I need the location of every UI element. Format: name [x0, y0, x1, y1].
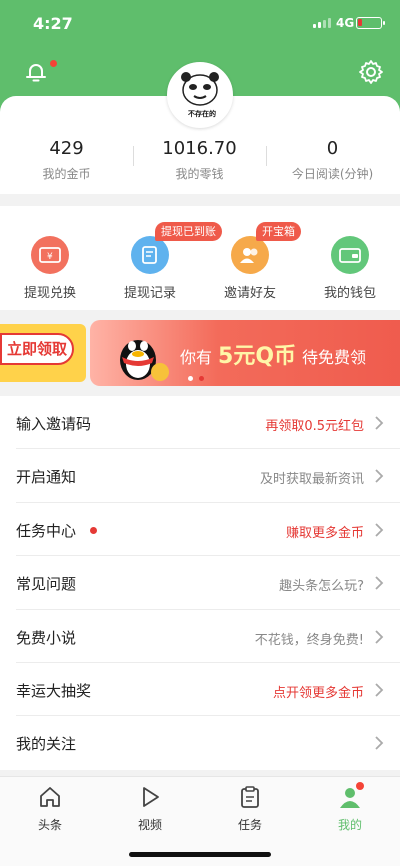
quick-action-withdraw[interactable]: ¥ 提现兑换 [0, 236, 100, 301]
banner-suffix: 待免费领 [302, 348, 367, 367]
settings-list: 输入邀请码 再领取0.5元红包 开启通知 及时获取最新资讯 任务中心 赚取更多金… [0, 396, 400, 770]
menu-hint: 再领取0.5元红包 [265, 419, 364, 434]
promo-banner[interactable]: 立即领取 你有 5元Q币 待免费领 [0, 320, 400, 386]
banner-card[interactable]: 你有 5元Q币 待免费领 [90, 320, 400, 386]
wallet-icon [331, 236, 369, 274]
tab-me[interactable]: 我的 [300, 785, 400, 833]
menu-hint: 点开领更多金币 [272, 685, 364, 701]
task-icon [241, 786, 259, 808]
chevron-right-icon [375, 469, 384, 484]
stat-coins-value: 429 [49, 138, 84, 159]
signal-icon [313, 18, 331, 28]
home-icon [40, 787, 60, 807]
chevron-right-icon [375, 629, 384, 644]
menu-label: 我的关注 [16, 735, 77, 754]
tab-label: 任务 [237, 818, 262, 832]
avatar[interactable]: 不存在的 [167, 62, 233, 128]
gear-icon[interactable] [357, 58, 385, 86]
status-time: 4:27 [33, 14, 73, 33]
notification-dot [50, 60, 57, 67]
network-label: 4G [336, 16, 355, 30]
tab-video[interactable]: 视频 [100, 785, 200, 833]
chevron-right-icon [375, 736, 384, 750]
stat-reading[interactable]: 0 今日阅读(分钟) [266, 138, 399, 182]
battery-icon [356, 17, 385, 29]
stat-coins[interactable]: 429 我的金币 [0, 138, 133, 182]
stat-change[interactable]: 1016.70 我的零钱 [133, 138, 266, 182]
ticket-icon: ¥ [31, 236, 69, 274]
chevron-right-icon [375, 416, 384, 430]
banner-prefix: 你有 [180, 348, 213, 367]
banner-highlight: 5元Q币 [218, 344, 297, 369]
menu-item-task-center[interactable]: 任务中心 赚取更多金币 [16, 503, 400, 557]
avatar-caption: 不存在的 [188, 110, 216, 118]
menu-item-free-novels[interactable]: 免费小说 不花钱，终身免费! [16, 610, 400, 663]
menu-label: 幸运大抽奖 [16, 681, 92, 700]
quick-action-label: 我的钱包 [323, 286, 376, 301]
chevron-right-icon [375, 576, 384, 590]
menu-hint: 赚取更多金币 [285, 525, 364, 541]
withdraw-tag-badge: 提现已到账 [155, 222, 222, 241]
menu-item-faq[interactable]: 常见问题 趣头条怎么玩? [16, 556, 400, 610]
tab-label: 我的 [337, 818, 362, 832]
menu-label: 任务中心 [16, 521, 77, 540]
menu-item-following[interactable]: 我的关注 [16, 716, 400, 769]
status-bar: 4:27 4G [0, 0, 400, 48]
tab-label: 视频 [137, 818, 162, 832]
tab-tasks[interactable]: 任务 [200, 785, 300, 833]
chevron-right-icon [375, 523, 384, 537]
chevron-right-icon [375, 683, 384, 697]
menu-item-invite-code[interactable]: 输入邀请码 再领取0.5元红包 [16, 396, 400, 450]
quick-action-wallet[interactable]: 我的钱包 [300, 236, 400, 301]
svg-text:¥: ¥ [47, 252, 53, 262]
menu-label: 常见问题 [16, 575, 77, 594]
menu-hint: 及时获取最新资讯 [259, 472, 364, 488]
banner-claim-button[interactable]: 立即领取 [0, 333, 74, 365]
menu-label: 开启通知 [16, 468, 77, 487]
tab-me-badge [356, 782, 364, 790]
home-indicator [129, 852, 271, 857]
quick-action-records[interactable]: 提现记录 [100, 236, 200, 301]
quick-action-label: 提现兑换 [23, 286, 76, 301]
qq-penguin-icon [120, 340, 169, 381]
quick-action-label: 邀请好友 [223, 286, 276, 301]
quick-action-invite[interactable]: 邀请好友 [200, 236, 300, 301]
menu-hint: 趣头条怎么玩? [279, 579, 364, 595]
banner-text: 你有 5元Q币 待免费领 [180, 338, 366, 370]
menu-item-notifications[interactable]: 开启通知 及时获取最新资讯 [16, 449, 400, 503]
carousel-dots [188, 376, 204, 381]
menu-hint: 不花钱，终身免费! [254, 632, 364, 648]
stat-reading-value: 0 [326, 138, 339, 159]
task-center-dot [90, 526, 97, 534]
stat-change-label: 我的零钱 [175, 167, 224, 181]
play-icon [143, 787, 159, 807]
menu-label: 免费小说 [16, 628, 77, 647]
quick-action-label: 提现记录 [123, 286, 176, 301]
friends-icon [231, 236, 269, 274]
treasure-tag-badge: 开宝箱 [256, 222, 301, 241]
menu-item-lucky-draw[interactable]: 幸运大抽奖 点开领更多金币 [16, 663, 400, 717]
stat-coins-label: 我的金币 [42, 167, 91, 181]
bell-icon[interactable] [22, 58, 50, 86]
record-icon [131, 236, 169, 274]
stat-change-value: 1016.70 [162, 138, 237, 159]
menu-label: 输入邀请码 [16, 415, 92, 433]
tab-label: 头条 [37, 818, 62, 832]
tab-headlines[interactable]: 头条 [0, 785, 100, 833]
stat-reading-label: 今日阅读(分钟) [291, 167, 374, 181]
